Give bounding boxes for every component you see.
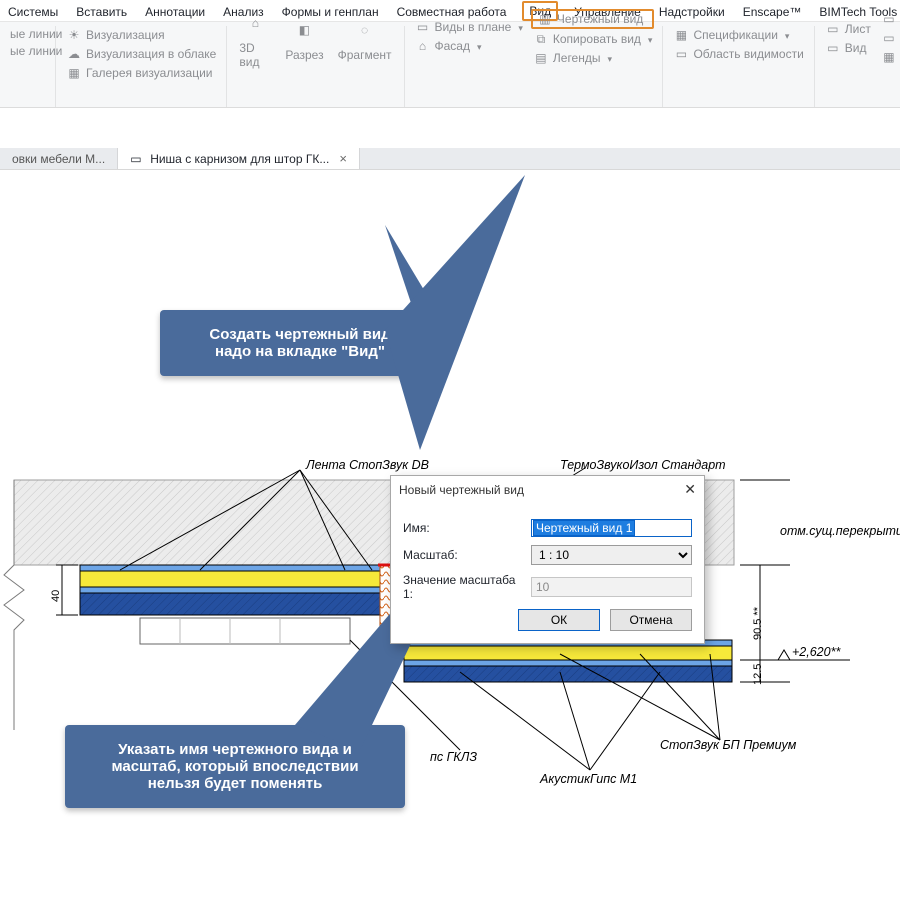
legend-icon: ▤ (533, 50, 549, 66)
grid-icon: ▦ (881, 49, 897, 65)
sub-toolbar (0, 108, 900, 148)
label-bot-mid: АкустикГипс М1 (540, 772, 637, 786)
tab-systems[interactable]: Системы (6, 3, 60, 21)
input-scale-value: 10 (531, 577, 692, 597)
dialog-titlebar[interactable]: Новый чертежный вид ✕ (391, 476, 704, 503)
callout-text: нельзя будет поменять (85, 775, 385, 792)
document-tabs: овки мебели М... ▭ Ниша с карнизом для ш… (0, 148, 900, 170)
titleblock-icon: ▭ (881, 11, 897, 27)
guide-grid-btn[interactable]: ▦Сетка н (879, 48, 900, 66)
tab-enscape[interactable]: Enscape™ (741, 3, 804, 21)
callout-btn[interactable]: ◌Фрагмент (334, 12, 396, 64)
close-icon[interactable]: × (339, 151, 347, 166)
label-elev-value: +2,620** (792, 645, 840, 659)
doc-tab-1[interactable]: овки мебели М... (0, 148, 118, 169)
duplicate-view-btn[interactable]: ⧉Копировать вид (531, 30, 655, 48)
titleblock-btn[interactable]: ▭Основн (879, 10, 900, 28)
elevation-btn[interactable]: ⌂Фасад (413, 37, 525, 55)
doc-tab-2-label: Ниша с карнизом для штор ГК... (150, 152, 329, 166)
render-gallery-btn[interactable]: ▦Галерея визуализации (64, 64, 218, 82)
tab-annotate[interactable]: Аннотации (143, 3, 207, 21)
house-3d-icon: ⌂ (239, 7, 271, 39)
dialog-title: Новый чертежный вид (399, 483, 524, 497)
section-icon: ◧ (288, 14, 320, 46)
cloud-icon: ☁ (66, 46, 82, 62)
callout-icon: ◌ (349, 14, 381, 46)
view-btn[interactable]: ▭Вид (823, 39, 873, 57)
legends-btn[interactable]: ▤Легенды (531, 49, 655, 67)
view-icon: ▭ (825, 40, 841, 56)
label-top-right: ТермоЗвукоИзол Стандарт (560, 458, 726, 472)
callout-create-view: Создать чертежный вид надо на вкладке "В… (160, 310, 440, 376)
callout-text: надо на вкладке "Вид" (180, 343, 420, 360)
gallery-icon: ▦ (66, 65, 82, 81)
input-name[interactable]: Чертежный вид 1 (533, 520, 635, 536)
ribbon-panel: ые линии ые линии ☀Визуализация ☁Визуали… (0, 22, 900, 108)
render-cloud-btn[interactable]: ☁Визуализация в облаке (64, 45, 218, 63)
callout-text: Создать чертежный вид (180, 326, 420, 343)
section-btn[interactable]: ◧Разрез (281, 12, 327, 64)
revisions-btn[interactable]: ▭Измене (879, 29, 900, 47)
label-name: Имя: (403, 521, 523, 535)
label-bot-left: пс ГКЛЗ (430, 750, 477, 764)
duplicate-icon: ⧉ (533, 31, 549, 47)
dim-40: 40 (50, 590, 62, 602)
new-drafting-view-dialog: Новый чертежный вид ✕ Имя: Чертежный вид… (390, 475, 705, 644)
select-scale[interactable]: 1 : 10 (531, 545, 692, 565)
callout-text: Указать имя чертежного вида и (85, 741, 385, 758)
cancel-button[interactable]: Отмена (610, 609, 692, 631)
ok-button[interactable]: ОК (518, 609, 600, 631)
sheet-icon: ▭ (130, 152, 144, 166)
tab-insert[interactable]: Вставить (74, 3, 129, 21)
label-top-left: Лента СтопЗвук DB (306, 458, 429, 472)
scope-icon: ▭ (673, 46, 689, 62)
dim-905: 90.5 ** (752, 607, 764, 640)
elev-icon: ⌂ (415, 38, 431, 54)
doc-tab-1-label: овки мебели М... (12, 152, 105, 166)
drafting-view-btn[interactable]: ▥Чертежный вид (531, 9, 655, 29)
callout-name-scale: Указать имя чертежного вида и масштаб, к… (65, 725, 405, 808)
label-bot-right: СтопЗвук БП Премиум (660, 738, 796, 752)
label-scale: Масштаб: (403, 548, 523, 562)
thin-lines-btn[interactable]: ые линии (8, 26, 47, 42)
schedule-icon: ▦ (673, 27, 689, 43)
tab-addins[interactable]: Надстройки (657, 3, 727, 21)
schedules-btn[interactable]: ▦Спецификации (671, 26, 805, 44)
doc-tab-2[interactable]: ▭ Ниша с карнизом для штор ГК... × (118, 148, 360, 169)
thin-lines-btn-2[interactable]: ые линии (8, 43, 47, 59)
plan-icon: ▭ (415, 19, 431, 35)
plan-views-btn[interactable]: ▭Виды в плане (413, 18, 525, 36)
sheet-icon: ▭ (825, 21, 841, 37)
drawing-canvas[interactable]: Лента СтопЗвук DB ТермоЗвукоИзол Стандар… (0, 170, 900, 890)
render-btn[interactable]: ☀Визуализация (64, 26, 218, 44)
3d-view-btn[interactable]: ⌂3D вид (235, 5, 275, 71)
dialog-close-icon[interactable]: ✕ (684, 481, 696, 498)
sheet-btn[interactable]: ▭Лист (823, 20, 873, 38)
dim-125: 12.5 (752, 664, 764, 685)
revisions-icon: ▭ (881, 30, 897, 46)
callout-text: масштаб, который впоследствии (85, 758, 385, 775)
label-slab-elev: отм.сущ.перекрытия (780, 524, 900, 538)
blank-btn[interactable] (413, 56, 525, 58)
label-scale-value: Значение масштаба 1: (403, 573, 523, 601)
drafting-view-icon: ▥ (537, 11, 553, 27)
render-icon: ☀ (66, 27, 82, 43)
scope-box-btn[interactable]: ▭Область видимости (671, 45, 805, 63)
